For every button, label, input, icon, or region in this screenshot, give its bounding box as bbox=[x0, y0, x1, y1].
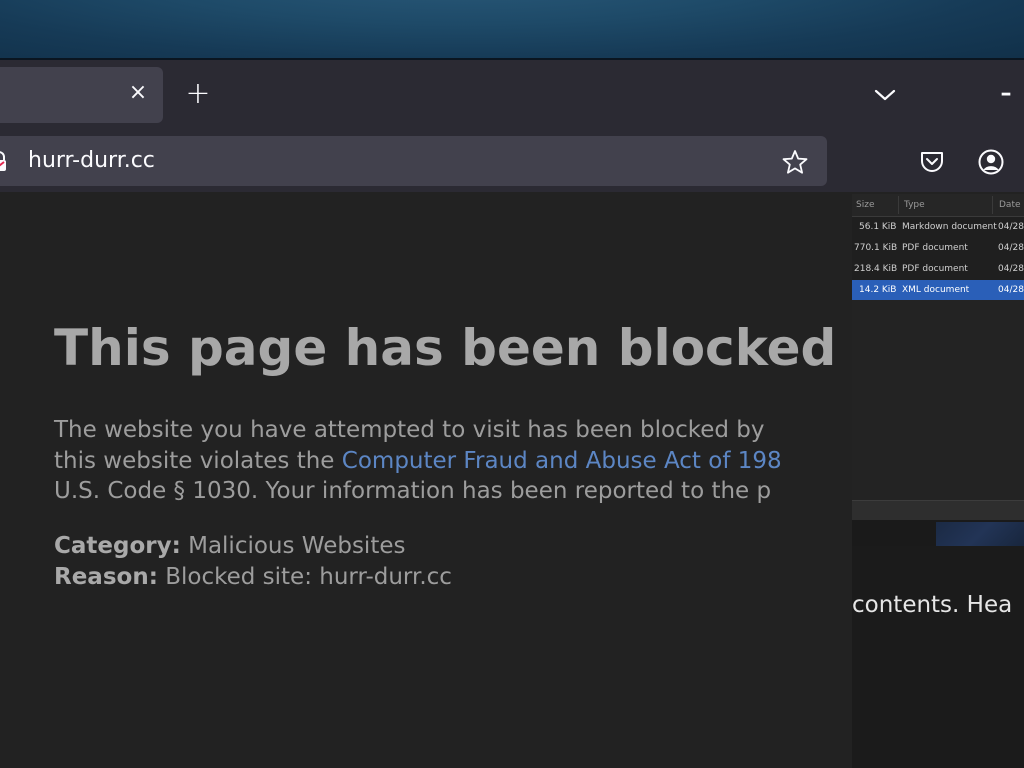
explanation-line-1: The website you have attempted to visit … bbox=[54, 417, 765, 443]
category-value: Malicious Websites bbox=[180, 533, 406, 559]
column-divider[interactable] bbox=[992, 196, 993, 214]
navigation-toolbar: hurr-durr.cc bbox=[0, 130, 1024, 192]
minimize-window-button[interactable]: – bbox=[996, 83, 1016, 105]
file-size: 218.4 KiB bbox=[854, 264, 898, 274]
column-size[interactable]: Size bbox=[856, 200, 874, 210]
file-size: 14.2 KiB bbox=[859, 285, 897, 295]
bookmark-star-icon[interactable] bbox=[782, 149, 808, 175]
page-title: This page has been blocked bbox=[54, 319, 837, 377]
file-row[interactable]: 770.1 KiB PDF document 04/28 bbox=[852, 238, 1024, 259]
file-list-empty-area[interactable] bbox=[852, 300, 1024, 500]
category-line: Category: Malicious Websites bbox=[54, 531, 452, 562]
chevron-down-icon[interactable] bbox=[870, 82, 900, 108]
pocket-icon[interactable] bbox=[919, 149, 945, 175]
reason-value: Blocked site: hurr-durr.cc bbox=[157, 563, 452, 590]
account-icon[interactable] bbox=[977, 148, 1005, 176]
close-tab-icon[interactable]: × bbox=[126, 81, 150, 105]
file-date: 04/28 bbox=[998, 222, 1024, 232]
desktop-wallpaper bbox=[0, 0, 1024, 60]
explanation-line-3: U.S. Code § 1030. Your information has b… bbox=[54, 478, 772, 504]
file-row[interactable]: 56.1 KiB Markdown document 04/28 bbox=[852, 217, 1024, 238]
block-details: Category: Malicious Websites Reason: Blo… bbox=[54, 531, 452, 592]
file-size: 770.1 KiB bbox=[854, 243, 898, 253]
file-row-selected[interactable]: 14.2 KiB XML document 04/28 bbox=[852, 280, 1024, 301]
file-manager-window: Size Type Date 56.1 KiB Markdown documen… bbox=[852, 194, 1024, 768]
category-label: Category: bbox=[54, 533, 181, 559]
tab-bar: × + – bbox=[0, 60, 1024, 130]
file-type: PDF document bbox=[902, 264, 968, 274]
file-type: Markdown document bbox=[902, 222, 997, 232]
file-list-header: Size Type Date bbox=[852, 194, 1024, 217]
lock-icon[interactable] bbox=[0, 150, 6, 172]
explanation-line-2: this website violates the Computer Fraud… bbox=[54, 446, 782, 477]
file-type: XML document bbox=[902, 285, 970, 295]
reason-line: Reason: Blocked site: hurr-durr.cc bbox=[54, 562, 452, 593]
file-date: 04/28 bbox=[998, 243, 1024, 253]
column-date[interactable]: Date bbox=[999, 200, 1021, 210]
file-type: PDF document bbox=[902, 243, 968, 253]
browser-tab[interactable]: × bbox=[0, 67, 163, 123]
column-type[interactable]: Type bbox=[904, 200, 925, 210]
explanation-line-2-text: this website violates the bbox=[54, 447, 342, 474]
preview-text: contents. Hea bbox=[852, 592, 1013, 618]
image-thumbnail bbox=[936, 522, 1024, 546]
column-divider[interactable] bbox=[898, 196, 899, 214]
preview-pane bbox=[852, 546, 1024, 768]
address-bar[interactable]: hurr-durr.cc bbox=[0, 136, 827, 186]
file-row[interactable]: 218.4 KiB PDF document 04/28 bbox=[852, 259, 1024, 280]
file-size: 56.1 KiB bbox=[859, 222, 897, 232]
file-date: 04/28 bbox=[998, 285, 1024, 295]
reason-label: Reason: bbox=[54, 563, 158, 590]
url-text[interactable]: hurr-durr.cc bbox=[28, 147, 155, 175]
block-explanation: The website you have attempted to visit … bbox=[54, 415, 782, 507]
horizontal-scrollbar[interactable] bbox=[852, 500, 1024, 521]
new-tab-button[interactable]: + bbox=[183, 79, 213, 110]
cfaa-link[interactable]: Computer Fraud and Abuse Act of 198 bbox=[342, 448, 782, 474]
file-date: 04/28 bbox=[998, 264, 1024, 274]
